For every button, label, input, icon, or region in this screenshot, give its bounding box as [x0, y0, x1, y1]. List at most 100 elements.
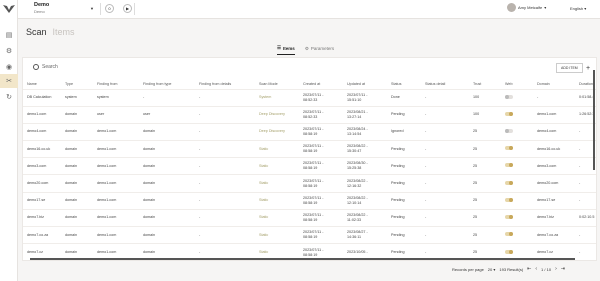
project-name: Demo: [34, 2, 50, 8]
table-cell: domain: [139, 157, 195, 175]
table-cell: -: [575, 174, 596, 193]
table-row[interactable]: DB Calculation system system - - System 2023/0…: [23, 88, 596, 107]
last-page-icon[interactable]: ⇥: [561, 266, 565, 272]
table-row[interactable]: demo7.co.za domain demo1.com domain - Static 2…: [23, 225, 596, 244]
column-header[interactable]: Type: [61, 80, 93, 89]
tab-items[interactable]: ☰ Items: [277, 45, 295, 55]
column-header[interactable]: Status detail: [421, 80, 469, 89]
web-toggle[interactable]: [505, 111, 513, 116]
table-cell: domain: [139, 191, 195, 210]
horizontal-scrollbar[interactable]: [30, 258, 575, 260]
web-toggle[interactable]: [505, 163, 513, 168]
web-toggle[interactable]: [505, 214, 513, 219]
result-count: 193 Result(s): [499, 266, 524, 272]
table-row[interactable]: demo17.se domain demo1.com domain - Static 202…: [23, 191, 596, 210]
table-cell: -: [575, 191, 596, 210]
dashboard-icon[interactable]: ▤: [4, 30, 14, 40]
add-icon[interactable]: +: [583, 63, 593, 73]
column-header[interactable]: Trust: [469, 80, 501, 89]
table-cell: 2023/08/22 -11:02:33: [343, 208, 387, 227]
web-toggle[interactable]: [505, 94, 513, 99]
project-sub: Demo: [34, 9, 45, 14]
per-page-select[interactable]: 20 ▾: [488, 267, 496, 272]
vertical-scrollbar[interactable]: [593, 70, 595, 170]
table-cell: domain: [61, 122, 93, 141]
table-cell: demo17.se: [533, 191, 575, 210]
table-cell: 25: [469, 140, 501, 158]
table-cell: -: [421, 140, 469, 158]
table-row[interactable]: demo20.com domain demo1.com domain - Static 20…: [23, 174, 596, 193]
brand-logo-icon: [3, 5, 15, 13]
search-placeholder: Search: [42, 64, 58, 70]
table-cell: 2023/07/11 -08:58:19: [299, 140, 343, 158]
web-toggle[interactable]: [505, 249, 513, 254]
table-cell: Pending: [387, 157, 421, 175]
web-toggle[interactable]: [505, 180, 513, 185]
divider: [100, 3, 101, 15]
scan-icon[interactable]: ✂: [0, 74, 18, 88]
page-title-text: Scan: [26, 27, 47, 37]
web-toggle[interactable]: [505, 197, 513, 202]
column-header[interactable]: Finding from type: [139, 80, 195, 89]
column-header[interactable]: Name: [23, 80, 61, 89]
table-cell: domain: [61, 174, 93, 193]
table-cell: 2023/07/11 -08:58:19: [299, 174, 343, 193]
table-row[interactable]: demo7.biz domain demo1.com domain - Static 202…: [23, 208, 596, 227]
tab-parameters[interactable]: ⚙ Parameters: [305, 45, 334, 55]
table-row[interactable]: demo4.com domain demo1.com domain - Deep Disc…: [23, 122, 596, 141]
column-header[interactable]: Finding from details: [195, 80, 255, 89]
table-cell: Static: [255, 140, 299, 158]
prev-page-icon[interactable]: ‹: [535, 266, 537, 272]
web-toggle[interactable]: [505, 146, 513, 151]
counter-badge[interactable]: 0: [105, 4, 114, 13]
table-row[interactable]: demo16.co.uk domain demo1.com domain - Static…: [23, 140, 596, 158]
chevron-down-icon[interactable]: ▼: [90, 6, 94, 11]
table-cell: System: [255, 88, 299, 107]
web-toggle[interactable]: [505, 232, 513, 237]
table-row[interactable]: demo1.com domain user user - Deep Discovery 20…: [23, 105, 596, 124]
table-cell: -: [195, 105, 255, 124]
table-cell: 25: [469, 191, 501, 210]
first-page-icon[interactable]: ⇤: [527, 266, 531, 272]
column-header[interactable]: Created at: [299, 80, 343, 89]
search-input[interactable]: Search: [33, 64, 58, 70]
table-cell: 2023/07/11 -08:58:19: [299, 122, 343, 141]
table-cell: 25: [469, 174, 501, 193]
settings-icon[interactable]: ⚙: [4, 46, 14, 56]
web-toggle[interactable]: [505, 128, 513, 133]
table-cell: demo7.co.za: [23, 225, 61, 244]
history-icon[interactable]: ↻: [4, 92, 14, 102]
table-cell: domain: [61, 225, 93, 244]
column-header[interactable]: Web: [501, 80, 533, 89]
next-page-icon[interactable]: ›: [555, 266, 557, 272]
table-cell: Pending: [387, 208, 421, 227]
table-cell: 2023/08/30 -15:25:38: [343, 157, 387, 175]
table-cell: demo3.com: [533, 157, 575, 175]
language-selector[interactable]: English ▾: [570, 6, 586, 11]
table-cell: system: [61, 88, 93, 107]
tab-parameters-label: Parameters: [310, 46, 335, 51]
table-cell: -: [195, 225, 255, 244]
column-header[interactable]: Finding from: [93, 80, 139, 89]
column-header[interactable]: Domain: [533, 80, 575, 89]
add-item-button[interactable]: ADD ITEM: [556, 63, 583, 73]
play-icon[interactable]: ▶: [123, 4, 132, 13]
table-cell: -: [421, 105, 469, 124]
table-cell: 25: [469, 225, 501, 244]
table-row[interactable]: demo3.com domain demo1.com domain - Static 202…: [23, 157, 596, 175]
column-header[interactable]: Updated at: [343, 80, 387, 89]
column-header[interactable]: Scan Mode: [255, 80, 299, 89]
shield-icon[interactable]: ◉: [4, 62, 14, 72]
table-cell: -: [575, 225, 596, 244]
user-menu[interactable]: Amy Metcalfe ▾: [507, 3, 546, 12]
table-cell: domain: [61, 140, 93, 158]
table-cell: demo1.com: [93, 174, 139, 193]
table-cell: demo20.com: [23, 174, 61, 193]
table-header: Name Type Finding from Finding from type Fin…: [23, 80, 596, 89]
project-selector[interactable]: Demo Demo: [34, 2, 49, 14]
tab-bar: ☰ Items ⚙ Parameters: [277, 45, 334, 55]
table-cell: 2023/08/22 -12:16:32: [343, 174, 387, 193]
table-cell: demo3.com: [23, 157, 61, 175]
column-header[interactable]: Status: [387, 80, 421, 89]
table-cell: domain: [61, 208, 93, 227]
